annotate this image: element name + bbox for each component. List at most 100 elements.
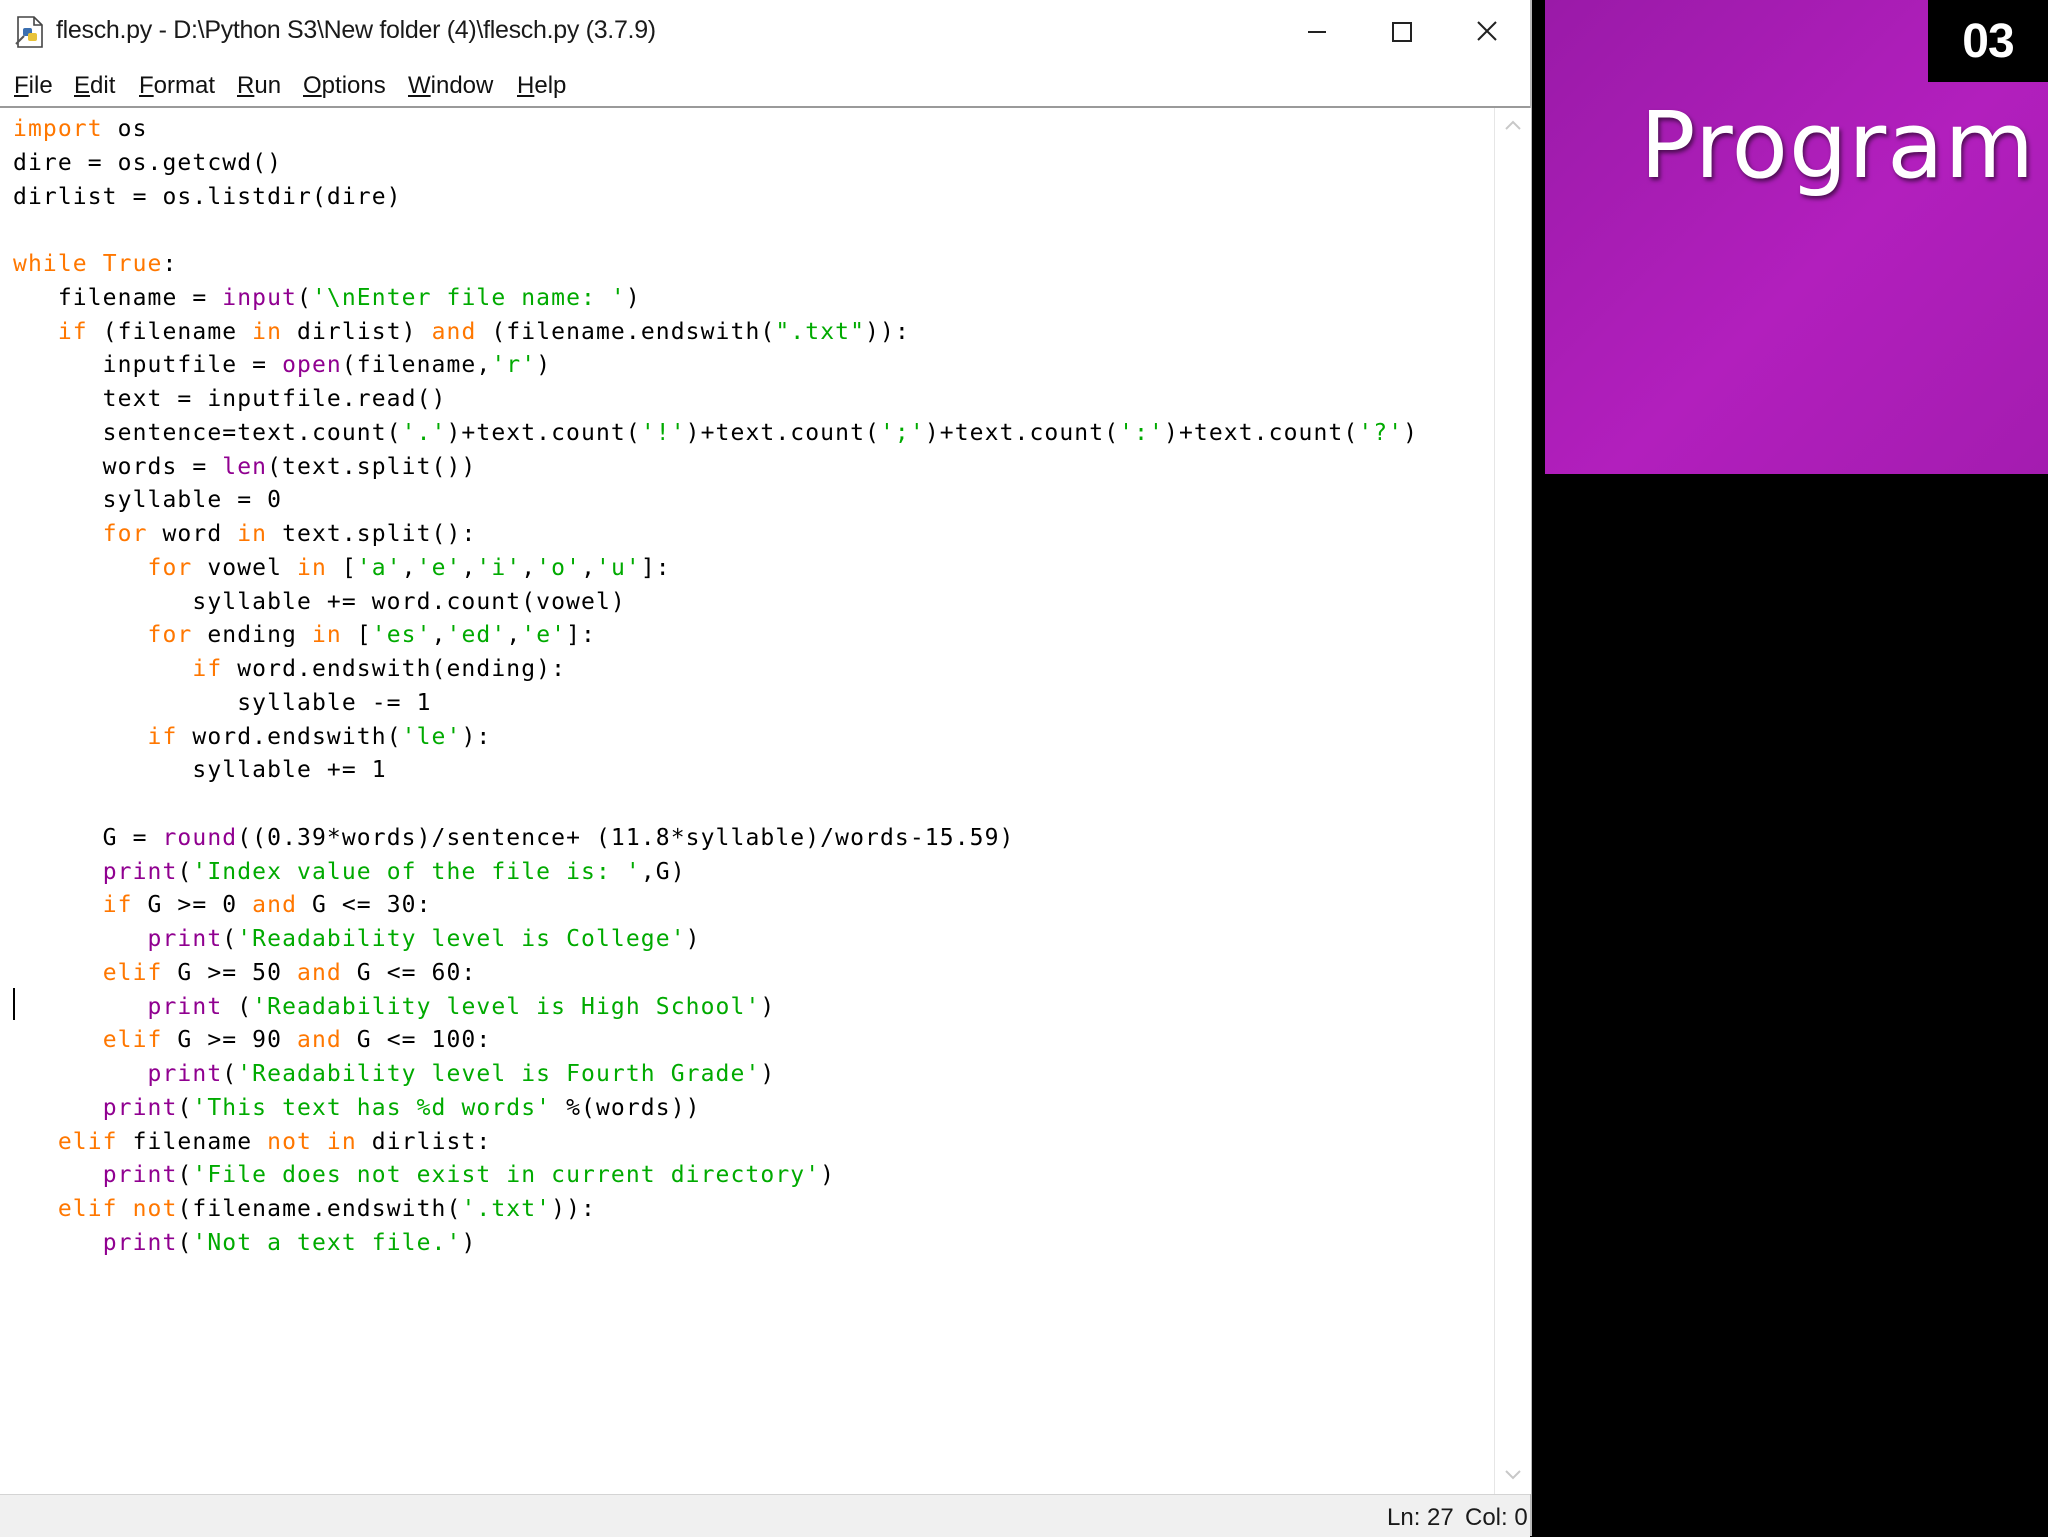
slide-title: Program (1640, 92, 2036, 199)
code-token: ending (192, 622, 312, 649)
code-line[interactable]: inputfile = open(filename,'r') (13, 349, 1418, 383)
code-line[interactable]: for vowel in ['a','e','i','o','u']: (13, 552, 1418, 586)
code-line[interactable]: print('Readability level is Fourth Grade… (13, 1058, 1418, 1092)
code-token-kw: if (57, 318, 88, 345)
code-line[interactable]: if word.endswith(ending): (13, 653, 1418, 687)
code-line[interactable]: print('Readability level is College') (13, 923, 1418, 957)
code-token-str: 'Readability level is High School' (252, 993, 761, 1020)
code-line[interactable]: syllable = 0 (13, 484, 1418, 518)
code-token-kw: if (102, 892, 133, 919)
code-line[interactable]: import os (13, 113, 1418, 147)
code-line[interactable]: print('Index value of the file is: ',G) (13, 856, 1418, 890)
menu-window[interactable]: Window (408, 72, 493, 100)
code-token-bi: print (102, 1094, 178, 1121)
code-token-str: 'o' (536, 554, 582, 581)
code-token: ) (760, 993, 776, 1020)
code-line[interactable]: elif G >= 50 and G <= 60: (13, 957, 1418, 991)
code-token-str: ".txt" (775, 318, 866, 345)
code-editor[interactable]: import os dire = os.getcwd() dirlist = os.… (0, 108, 1494, 1494)
source-code[interactable]: import os dire = os.getcwd() dirlist = os.… (13, 113, 1418, 1261)
code-token-bi: print (102, 1229, 178, 1256)
code-line[interactable]: if word.endswith('le'): (13, 721, 1418, 755)
maximize-button[interactable] (1358, 0, 1444, 64)
code-token-str: 'r' (491, 352, 537, 379)
code-token-kw: in (237, 521, 268, 547)
code-line[interactable]: words = len(text.split()) (13, 451, 1418, 485)
code-line[interactable] (13, 214, 1418, 248)
code-line[interactable]: syllable -= 1 (13, 687, 1418, 721)
code-token-kw: elif (102, 959, 163, 986)
code-line[interactable]: elif G >= 90 and G <= 100: (13, 1024, 1418, 1058)
code-token-str: '.' (401, 419, 447, 446)
code-token-str: 'e' (416, 554, 462, 581)
code-token-str: 'i' (476, 554, 522, 581)
code-token-str: '!' (640, 419, 686, 446)
code-line[interactable]: elif filename not in dirlist: (13, 1126, 1418, 1160)
code-token-kw: elif (57, 1196, 118, 1222)
code-line[interactable]: print('File does not exist in current di… (13, 1159, 1418, 1193)
code-token: dirlist = os.listdir(dire) (13, 183, 402, 210)
menu-format[interactable]: Format (139, 72, 215, 100)
code-token-bi: print (102, 858, 178, 885)
menu-help[interactable]: Help (517, 72, 566, 100)
code-line[interactable]: for ending in ['es','ed','e']: (13, 619, 1418, 653)
code-token: word.endswith( (177, 723, 402, 750)
code-line[interactable]: sentence=text.count('.')+text.count('!')… (13, 417, 1418, 451)
code-token: ) (625, 284, 641, 311)
menu-options[interactable]: Options (303, 72, 386, 100)
code-token-str: 'ed' (446, 622, 507, 649)
code-token-str: '.txt' (461, 1196, 552, 1222)
slide-number-badge: 03 (1928, 0, 2048, 82)
vertical-scrollbar[interactable] (1494, 108, 1531, 1494)
code-token: sentence=text.count( (13, 419, 402, 446)
code-line[interactable]: syllable += word.count(vowel) (13, 586, 1418, 620)
code-token-kw: while (13, 251, 88, 277)
code-line[interactable]: if G >= 0 and G <= 30: (13, 889, 1418, 923)
close-button[interactable] (1444, 0, 1530, 64)
code-line[interactable]: print ('Readability level is High School… (13, 991, 1418, 1025)
code-token: , (581, 554, 597, 581)
code-line[interactable]: G = round((0.39*words)/sentence+ (11.8*s… (13, 822, 1418, 856)
code-token: ( (177, 1162, 193, 1189)
code-token-kw: import (13, 116, 103, 142)
code-line[interactable]: print('This text has %d words' %(words)) (13, 1092, 1418, 1126)
code-token: text.split(): (267, 521, 477, 547)
code-token: G >= 0 (132, 892, 253, 919)
code-token: word.endswith(ending): (222, 656, 567, 682)
minimize-button[interactable] (1274, 0, 1360, 64)
code-token-str: ';' (879, 419, 925, 446)
scroll-up-arrow-icon[interactable] (1503, 118, 1523, 132)
code-token: ): (461, 723, 492, 750)
code-token-kw: for (147, 622, 193, 649)
menu-file[interactable]: File (14, 72, 53, 100)
code-line[interactable]: dire = os.getcwd() (13, 147, 1418, 181)
code-token: : (162, 251, 178, 277)
slide-dark-panel (1545, 474, 2048, 1536)
menu-run[interactable]: Run (237, 72, 281, 100)
code-line[interactable]: syllable += 1 (13, 754, 1418, 788)
code-token: G >= 50 (162, 959, 298, 986)
code-token-bi: print (147, 926, 223, 952)
code-line[interactable]: text = inputfile.read() (13, 383, 1418, 417)
code-token: ) (1403, 419, 1419, 446)
code-line[interactable] (13, 788, 1418, 822)
code-line[interactable]: dirlist = os.listdir(dire) (13, 181, 1418, 215)
menu-edit[interactable]: Edit (74, 72, 115, 100)
code-token-kw: in (252, 318, 283, 345)
code-token: words = (13, 453, 223, 480)
code-token: G = (13, 824, 163, 851)
code-line[interactable]: while True: (13, 248, 1418, 282)
code-line[interactable]: elif not(filename.endswith('.txt')): (13, 1193, 1418, 1227)
code-line[interactable]: filename = input('\nEnter file name: ') (13, 282, 1418, 316)
code-line[interactable]: for word in text.split(): (13, 518, 1418, 552)
code-line[interactable]: if (filename in dirlist) and (filename.e… (13, 316, 1418, 350)
code-token-bi: print (147, 993, 223, 1020)
code-token: (text.split()) (267, 453, 477, 480)
scroll-down-arrow-icon[interactable] (1503, 1468, 1523, 1482)
code-token: ( (177, 858, 193, 885)
title-bar[interactable]: flesch.py - D:\Python S3\New folder (4)\… (0, 0, 1530, 64)
code-line[interactable]: print('Not a text file.') (13, 1227, 1418, 1261)
